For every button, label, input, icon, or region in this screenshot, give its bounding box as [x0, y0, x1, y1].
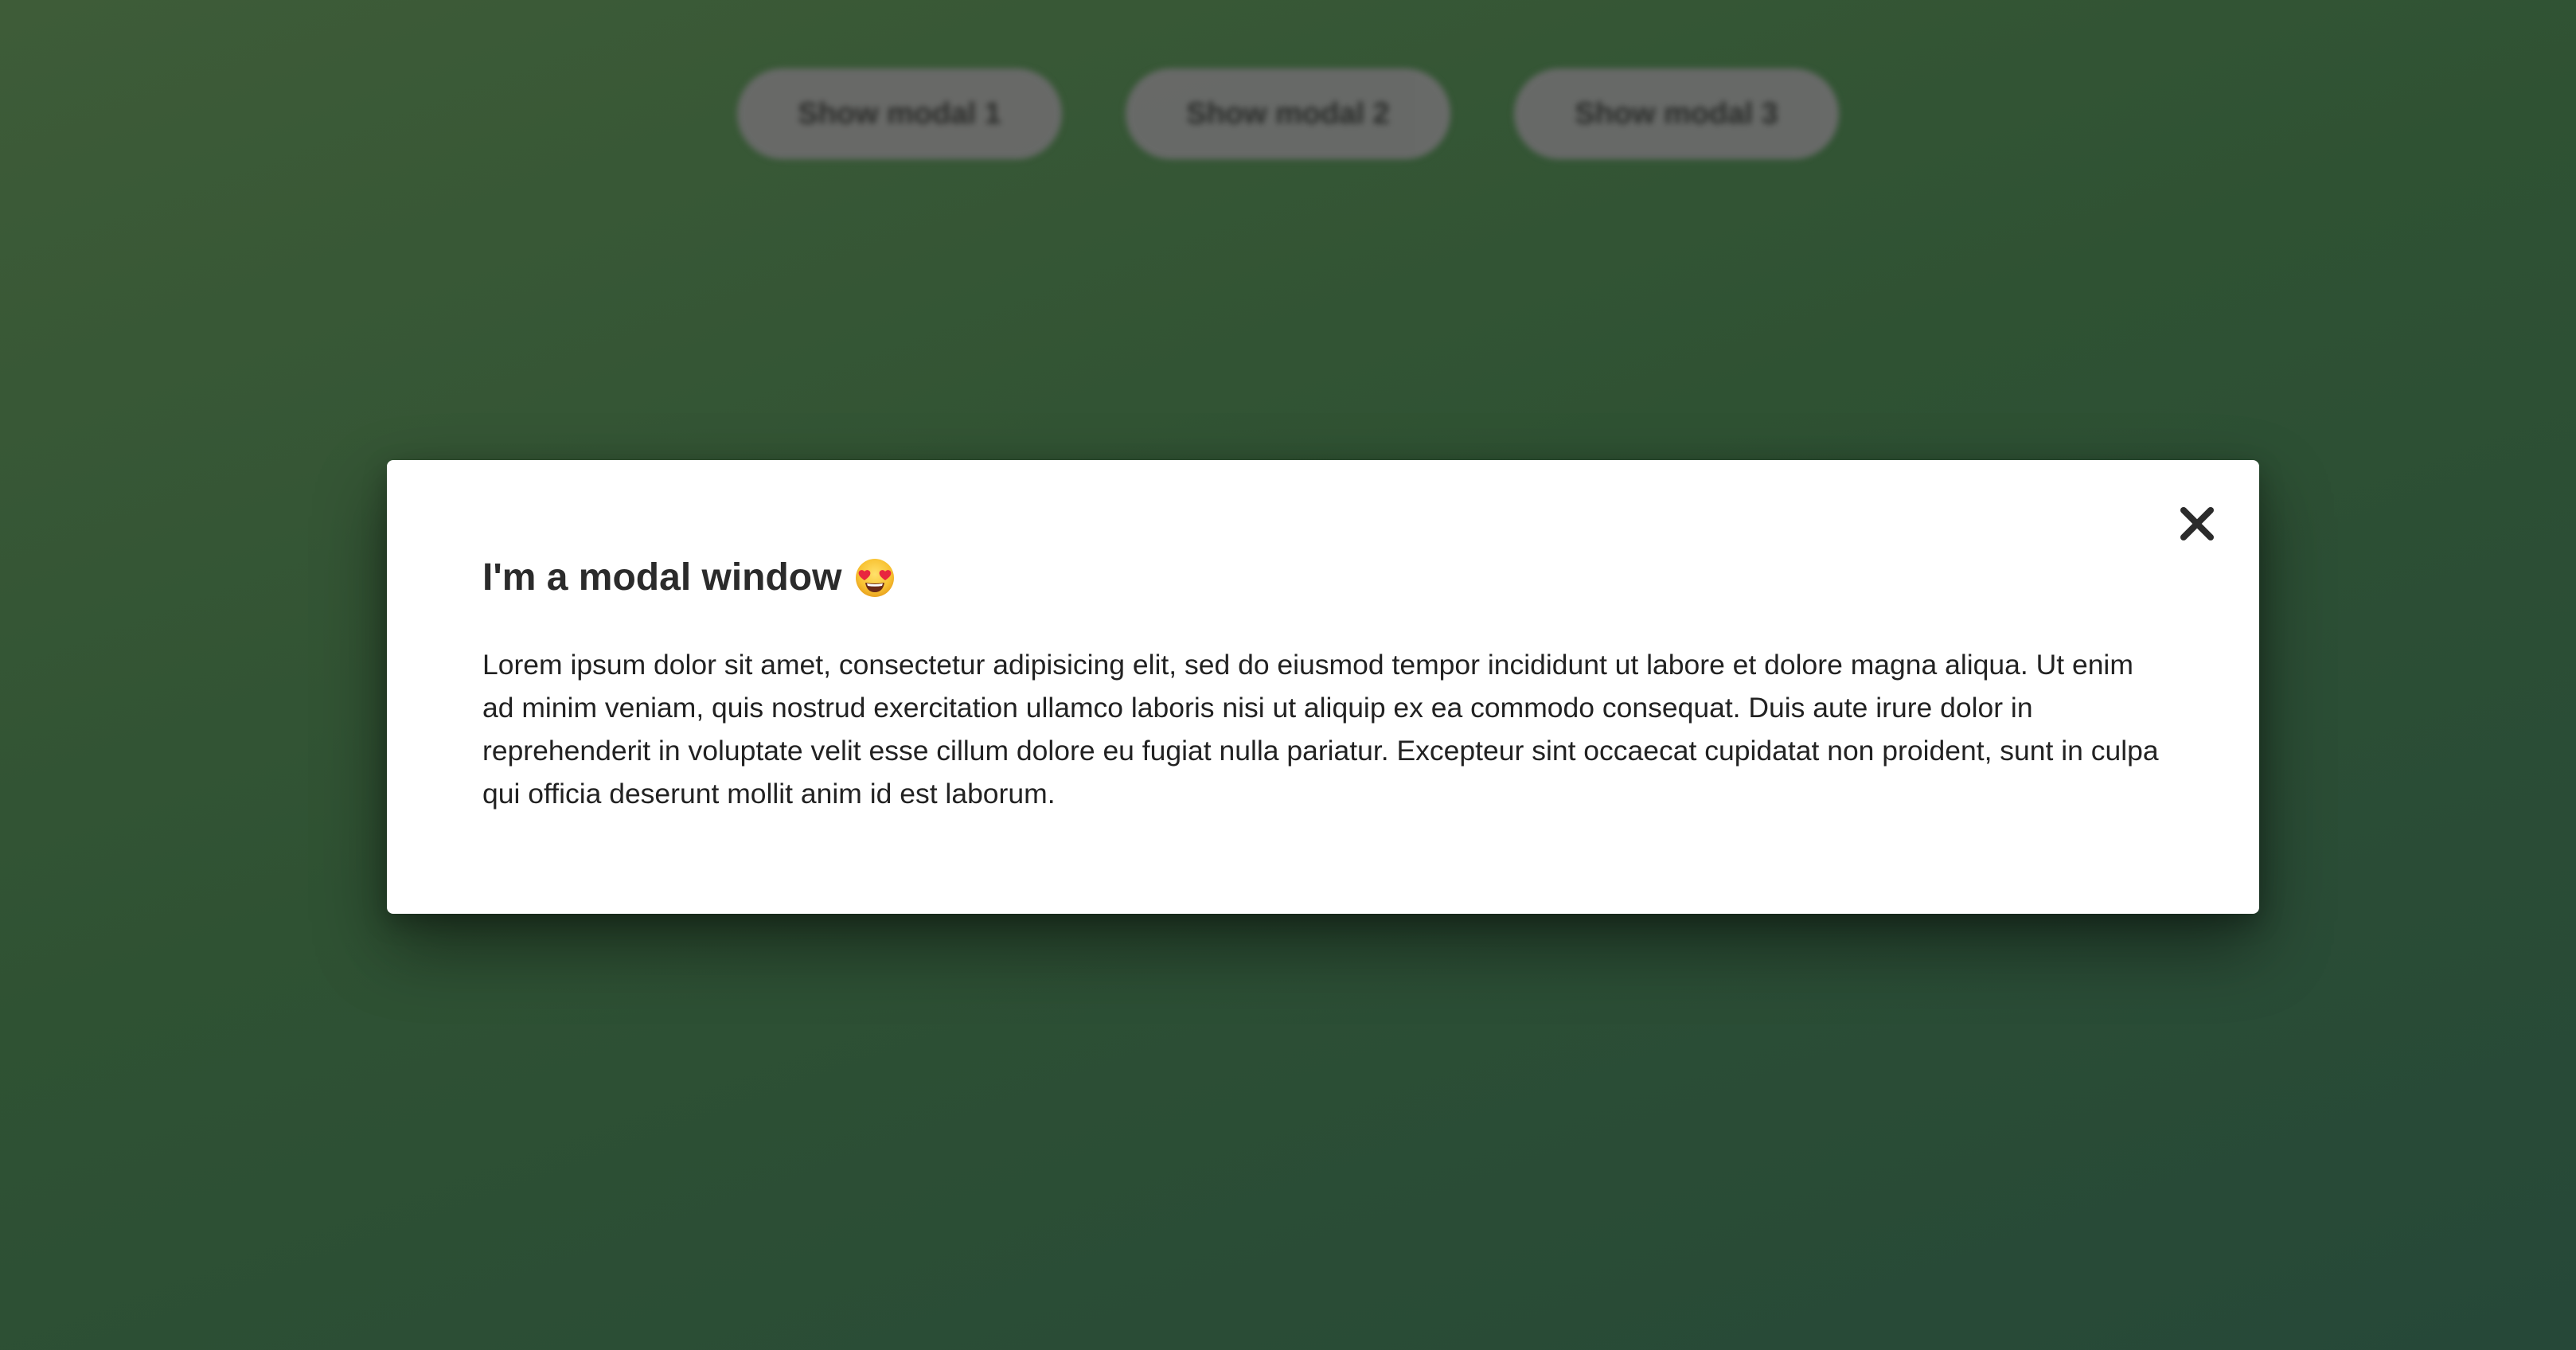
- show-modal-3-button[interactable]: Show modal 3: [1514, 68, 1839, 159]
- modal-title: I'm a modal window: [482, 556, 896, 599]
- close-button[interactable]: [2172, 498, 2223, 549]
- show-modal-1-button[interactable]: Show modal 1: [737, 68, 1062, 159]
- modal-body-text: Lorem ipsum dolor sit amet, consectetur …: [482, 649, 2159, 810]
- close-icon: [2180, 507, 2214, 540]
- show-modal-2-button[interactable]: Show modal 2: [1126, 68, 1450, 159]
- modal-window: I'm a modal window Lorem ipsum dolor sit…: [387, 460, 2259, 914]
- modal-title-text: I'm a modal window: [482, 556, 842, 599]
- smiling-face-heart-eyes-icon: [854, 557, 896, 599]
- modal-trigger-buttons: Show modal 1 Show modal 2 Show modal 3: [0, 68, 2576, 159]
